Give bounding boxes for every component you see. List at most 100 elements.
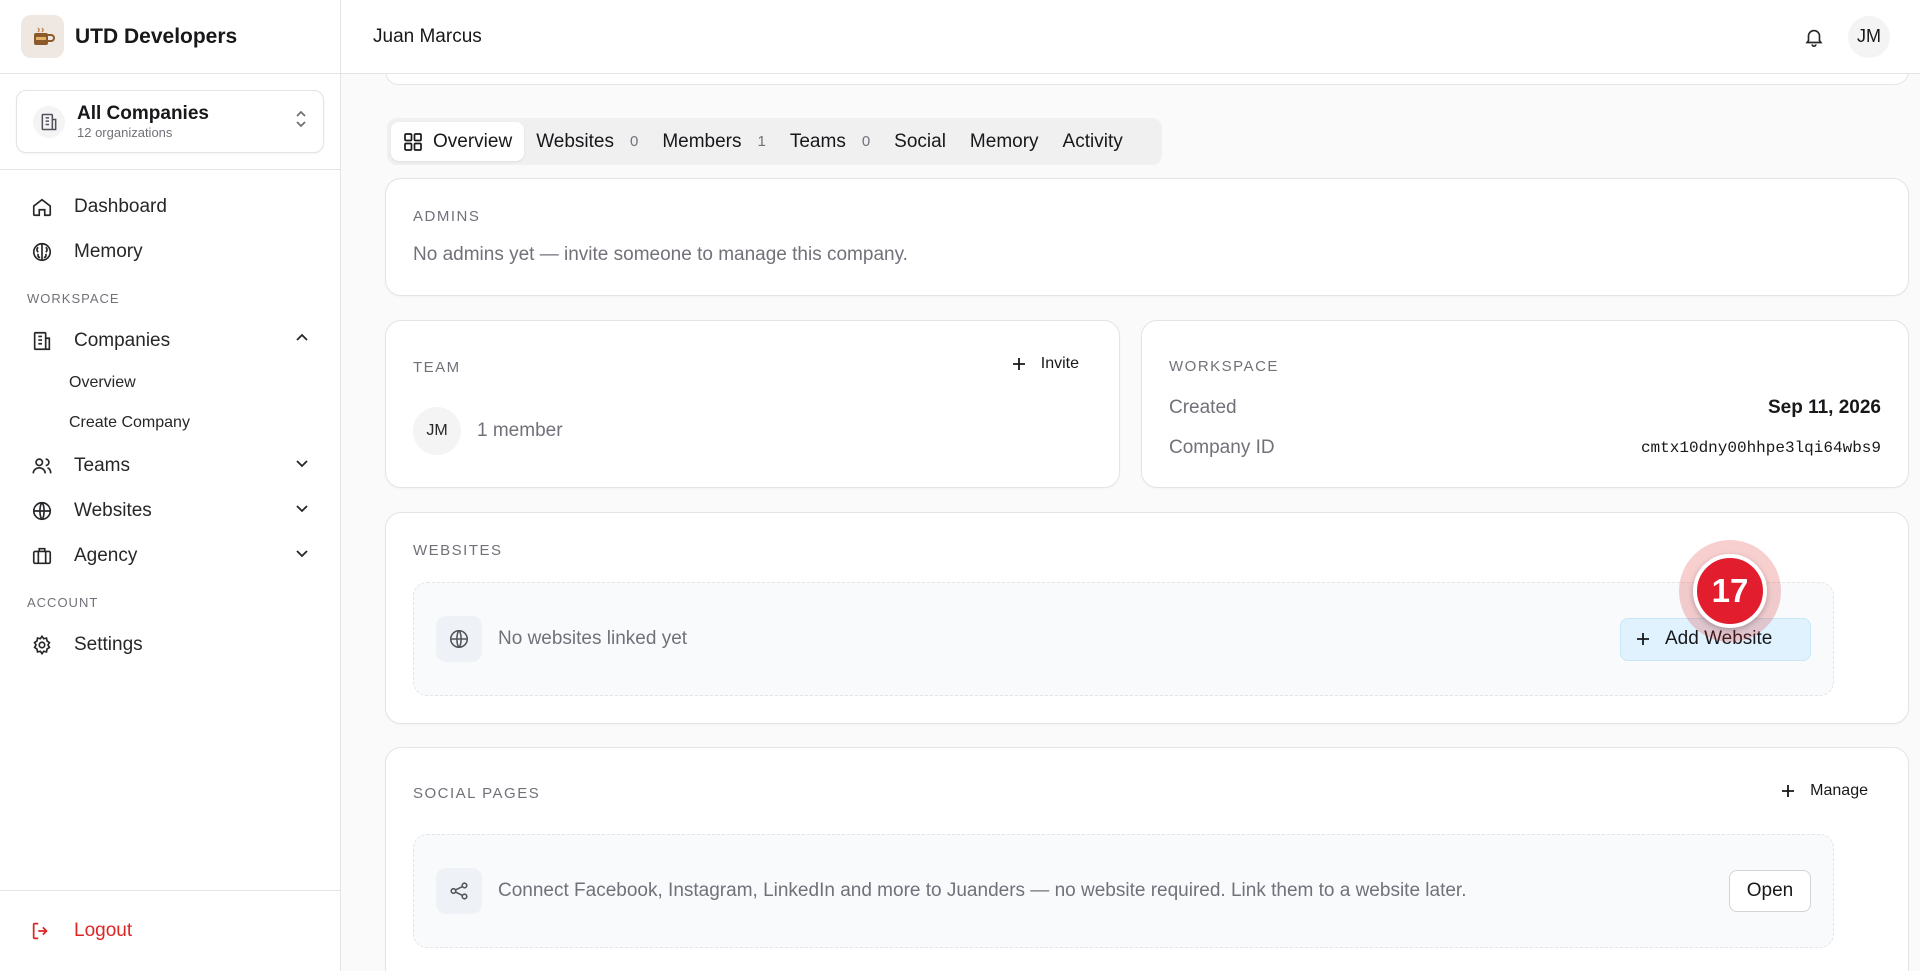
tab-activity[interactable]: Activity — [1051, 122, 1135, 161]
tab-teams[interactable]: Teams 0 — [778, 122, 882, 161]
tab-label: Memory — [969, 130, 1039, 152]
tab-count: 0 — [629, 133, 639, 150]
main-content: Overview Websites 0 Members 1 Teams 0 So… — [341, 74, 1920, 971]
company-id-value: cmtx10dny00hhpe3lqi64wbs9 — [1640, 439, 1881, 457]
avatar[interactable]: JM — [1848, 15, 1890, 58]
tab-members[interactable]: Members 1 — [650, 122, 778, 161]
share-icon — [436, 868, 482, 914]
invite-button[interactable]: Invite — [1011, 355, 1079, 373]
brand: UTD Developers — [0, 0, 340, 74]
sidebar-nav: Dashboard Memory WORKSPACE Companies Ove… — [0, 170, 340, 667]
chevron-up-icon — [294, 330, 310, 352]
tab-label: Websites — [536, 130, 614, 152]
admins-empty-text: No admins yet — invite someone to manage… — [413, 244, 908, 265]
chevron-down-icon — [294, 500, 310, 522]
company-id-label: Company ID — [1169, 437, 1275, 458]
company-switcher-subtitle: 12 organizations — [77, 125, 173, 140]
sidebar-item-label: Agency — [74, 544, 138, 566]
social-pages-card: SOCIAL PAGES Manage Connect Facebook, In… — [385, 747, 1909, 971]
section-heading-account: ACCOUNT — [27, 595, 99, 610]
brain-icon — [30, 240, 54, 264]
tab-websites[interactable]: Websites 0 — [524, 122, 650, 161]
created-label: Created — [1169, 397, 1237, 418]
plus-icon — [1011, 356, 1027, 372]
tab-label: Teams — [789, 130, 846, 152]
tab-social[interactable]: Social — [882, 122, 958, 161]
sidebar: UTD Developers All Companies 12 organiza… — [0, 0, 341, 971]
admins-heading: ADMINS — [413, 208, 481, 225]
gear-icon — [30, 633, 54, 657]
logout-icon — [30, 919, 54, 943]
admins-card: ADMINS No admins yet — invite someone to… — [385, 178, 1909, 296]
websites-card: WEBSITES No websites linked yet Add Webs… — [385, 512, 1909, 724]
sidebar-item-label: Teams — [74, 454, 130, 476]
chevron-down-icon — [294, 545, 310, 567]
invite-label: Invite — [1040, 355, 1079, 372]
created-value: Sep 11, 2026 — [1767, 397, 1881, 418]
social-pages-heading: SOCIAL PAGES — [413, 785, 541, 802]
team-member-row: JM 1 member — [413, 407, 563, 455]
sidebar-item-label: Settings — [74, 633, 143, 655]
sidebar-item-companies[interactable]: Companies — [0, 318, 340, 363]
websites-empty-state: No websites linked yet Add Website — [413, 582, 1834, 696]
sidebar-item-memory[interactable]: Memory — [0, 229, 340, 274]
sidebar-item-label: Companies — [74, 329, 171, 351]
step-marker: 17 — [1679, 540, 1781, 642]
sidebar-item-label: Memory — [74, 240, 143, 262]
sidebar-item-teams[interactable]: Teams — [0, 443, 340, 488]
workspace-heading: WORKSPACE — [1169, 358, 1279, 375]
logout-button[interactable]: Logout — [0, 890, 340, 971]
globe-icon — [436, 616, 482, 662]
sidebar-subitem-create-company[interactable]: Create Company — [0, 403, 340, 443]
briefcase-icon — [30, 544, 54, 568]
company-switcher-title: All Companies — [77, 103, 209, 124]
brand-title: UTD Developers — [75, 24, 238, 48]
plus-icon — [1635, 631, 1651, 647]
tab-overview[interactable]: Overview — [391, 122, 525, 161]
section-heading-workspace: WORKSPACE — [27, 291, 120, 306]
plus-icon — [1780, 783, 1796, 799]
bell-icon[interactable] — [1794, 17, 1834, 57]
tab-label: Members — [662, 130, 742, 152]
company-switcher[interactable]: All Companies 12 organizations — [16, 90, 324, 153]
websites-empty-text: No websites linked yet — [498, 628, 688, 649]
sidebar-item-websites[interactable]: Websites — [0, 488, 340, 533]
sidebar-item-label: Websites — [74, 499, 152, 521]
team-card: TEAM Invite JM 1 member — [385, 320, 1120, 488]
tab-count: 0 — [861, 133, 871, 150]
sidebar-item-dashboard[interactable]: Dashboard — [0, 184, 340, 229]
social-empty-state: Connect Facebook, Instagram, LinkedIn an… — [413, 834, 1834, 948]
globe-icon — [30, 499, 54, 523]
tab-memory[interactable]: Memory — [958, 122, 1051, 161]
social-empty-text: Connect Facebook, Instagram, LinkedIn an… — [498, 880, 1467, 901]
logout-label: Logout — [74, 920, 133, 941]
chevrons-up-down-icon — [293, 109, 309, 134]
manage-button[interactable]: Manage — [1780, 782, 1868, 800]
open-button[interactable]: Open — [1729, 870, 1811, 912]
websites-heading: WEBSITES — [413, 542, 503, 559]
manage-label: Manage — [1810, 782, 1868, 799]
coffee-cup-logo — [21, 15, 64, 58]
users-icon — [30, 454, 54, 478]
grid-icon — [403, 132, 423, 152]
chevron-down-icon — [294, 455, 310, 477]
sidebar-subitem-overview[interactable]: Overview — [0, 363, 340, 403]
tab-count: 1 — [757, 133, 766, 150]
workspace-card: WORKSPACE Created Sep 11, 2026 Company I… — [1141, 320, 1909, 488]
created-row: Created Sep 11, 2026 — [1169, 397, 1881, 419]
tab-label: Overview — [433, 130, 513, 152]
building-icon — [33, 105, 65, 138]
team-heading: TEAM — [413, 359, 461, 376]
tab-label: Social — [894, 130, 946, 152]
page-user-name: Juan Marcus — [373, 25, 482, 47]
member-count: 1 member — [477, 420, 563, 441]
top-bar: Juan Marcus JM — [341, 0, 1920, 74]
sidebar-item-settings[interactable]: Settings — [0, 622, 340, 667]
sidebar-item-label: Dashboard — [74, 195, 167, 217]
step-marker-number: 17 — [1693, 554, 1767, 628]
tab-bar: Overview Websites 0 Members 1 Teams 0 So… — [387, 118, 1162, 165]
building-icon — [30, 329, 54, 353]
member-avatar: JM — [413, 407, 461, 455]
sidebar-item-agency[interactable]: Agency — [0, 533, 340, 578]
previous-card-edge — [385, 74, 1909, 85]
